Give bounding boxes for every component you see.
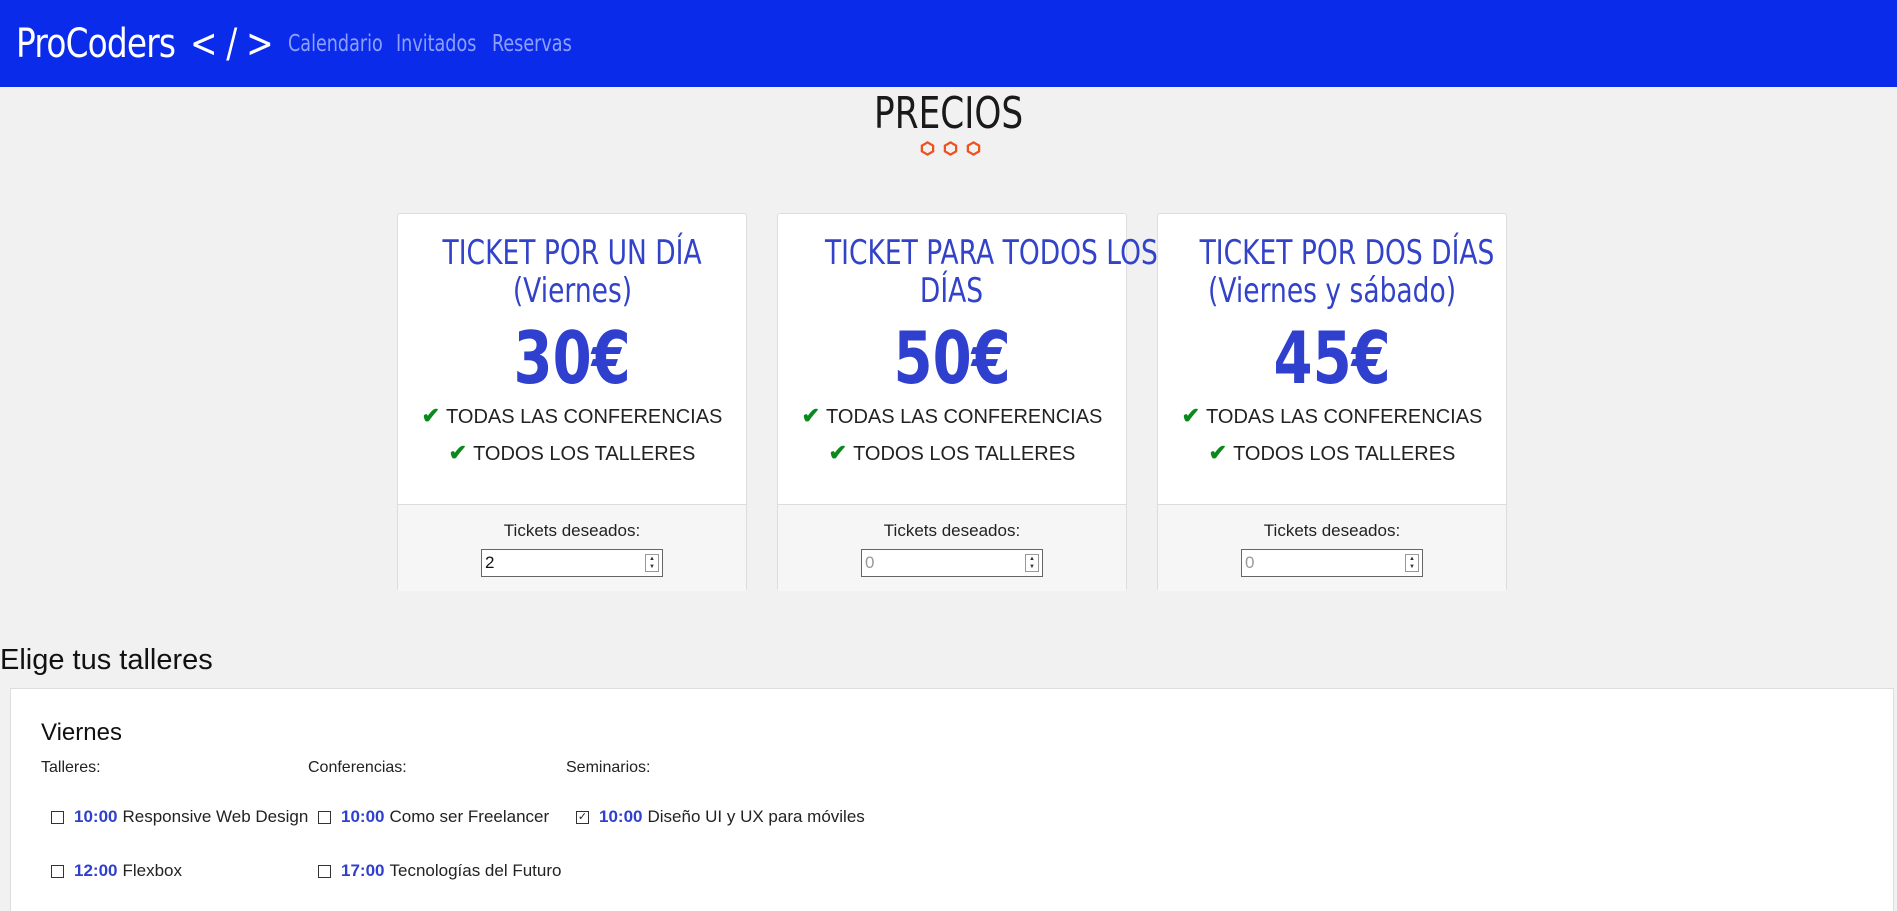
quantity-value: 2 xyxy=(485,553,495,572)
tickets-label: Tickets deseados: xyxy=(883,521,1021,540)
checkbox[interactable] xyxy=(51,810,64,824)
hexagon-icon xyxy=(943,141,958,156)
ticket-card-two-days: TICKET POR DOS DÍAS (Viernes y sábado) 45… xyxy=(1157,213,1507,591)
ticket-price: 45€ xyxy=(1273,316,1391,400)
feature-item: ✔ TODOS LOS TALLERES xyxy=(1208,440,1456,465)
checkmark-icon: ✔ xyxy=(1208,440,1228,465)
checkmark-icon: ✔ xyxy=(421,403,441,428)
checkbox-checked[interactable]: ✓ xyxy=(576,810,589,824)
ticket-title: TICKET PARA TODOS LOS DÍAS xyxy=(824,233,1158,311)
workshop-option[interactable]: 17:00 Tecnologías del Futuro xyxy=(308,861,561,881)
checkmark-icon: ✔ xyxy=(448,440,468,465)
pricing-title: PRECIOS xyxy=(873,88,1024,139)
checkmark-icon: ✔ xyxy=(828,440,848,465)
ticket-price: 50€ xyxy=(893,316,1011,400)
spin-down-icon[interactable]: ▼ xyxy=(1026,563,1038,571)
quantity-placeholder: 0 xyxy=(865,553,875,572)
checkbox[interactable] xyxy=(318,864,331,878)
workshops-panel: Viernes Talleres: Conferencias: Seminari… xyxy=(10,688,1894,911)
tickets-label: Tickets deseados: xyxy=(503,521,641,540)
ticket-card-all-days: TICKET PARA TODOS LOS DÍAS 50€ ✔ TODAS LAS… xyxy=(777,213,1158,591)
code-brackets-icon: < / > xyxy=(189,20,274,67)
spinner-arrows[interactable]: ▲ ▼ xyxy=(645,554,659,572)
spin-down-icon[interactable]: ▼ xyxy=(1406,563,1418,571)
event-time: 10:00 xyxy=(74,807,118,826)
event-time: 17:00 xyxy=(341,861,385,880)
workshop-option[interactable]: 10:00 Como ser Freelancer xyxy=(308,807,549,827)
spinner-arrows[interactable]: ▲ ▼ xyxy=(1405,554,1419,572)
workshop-option[interactable]: ✓ 10:00 Diseño UI y UX para móviles xyxy=(566,807,865,827)
tickets-label: Tickets deseados: xyxy=(1263,521,1401,540)
decorative-hexagons xyxy=(920,141,981,156)
checkmark-icon: ✔ xyxy=(1181,403,1201,428)
day-heading: Viernes xyxy=(41,719,122,746)
spin-up-icon[interactable]: ▲ xyxy=(1026,555,1038,563)
nav-reservas[interactable]: Reservas xyxy=(492,31,572,57)
ticket-title: TICKET POR DOS DÍAS (Viernes y sábado) xyxy=(1199,233,1495,311)
ticket-card-one-day: TICKET POR UN DÍA (Viernes) 30€ ✔ TODAS LA… xyxy=(397,213,747,591)
workshop-option[interactable]: 10:00 Responsive Web Design xyxy=(41,807,308,827)
checkbox[interactable] xyxy=(318,810,331,824)
tickets-quantity-input[interactable]: 0 ▲ ▼ xyxy=(861,549,1043,577)
feature-item: ✔ TODAS LAS CONFERENCIAS xyxy=(801,403,1103,428)
site-logo[interactable]: ProCoders < / > xyxy=(16,20,274,67)
spin-up-icon[interactable]: ▲ xyxy=(1406,555,1418,563)
quantity-placeholder: 0 xyxy=(1245,553,1255,572)
column-label-seminarios: Seminarios: xyxy=(566,759,651,776)
event-name: Como ser Freelancer xyxy=(389,807,550,826)
feature-item: ✔ TODOS LOS TALLERES xyxy=(828,440,1076,465)
tickets-quantity-input[interactable]: 2 ▲ ▼ xyxy=(481,549,663,577)
feature-item: ✔ TODAS LAS CONFERENCIAS xyxy=(1181,403,1483,428)
workshops-title: Elige tus talleres xyxy=(0,644,213,676)
hexagon-icon xyxy=(966,141,981,156)
event-name: Tecnologías del Futuro xyxy=(389,861,562,880)
spinner-arrows[interactable]: ▲ ▼ xyxy=(1025,554,1039,572)
feature-item: ✔ TODAS LAS CONFERENCIAS xyxy=(421,403,723,428)
tickets-quantity-input[interactable]: 0 ▲ ▼ xyxy=(1241,549,1423,577)
checkbox[interactable] xyxy=(51,864,64,878)
event-time: 10:00 xyxy=(599,807,643,826)
hexagon-icon xyxy=(920,141,935,156)
ticket-title: TICKET POR UN DÍA (Viernes) xyxy=(442,233,702,311)
spin-down-icon[interactable]: ▼ xyxy=(646,563,658,571)
event-name: Responsive Web Design xyxy=(122,807,309,826)
feature-item: ✔ TODOS LOS TALLERES xyxy=(448,440,696,465)
nav-invitados[interactable]: Invitados xyxy=(396,31,476,57)
workshop-option[interactable]: 12:00 Flexbox xyxy=(41,861,182,881)
event-time: 12:00 xyxy=(74,861,118,880)
main-nav: Calendario Invitados Reservas xyxy=(288,0,572,87)
event-time: 10:00 xyxy=(341,807,385,826)
checkmark-icon: ✔ xyxy=(801,403,821,428)
spin-up-icon[interactable]: ▲ xyxy=(646,555,658,563)
ticket-price: 30€ xyxy=(513,316,631,400)
column-label-talleres: Talleres: xyxy=(41,759,101,776)
top-navbar: ProCoders < / > Calendario Invitados Rese… xyxy=(0,0,1897,87)
nav-calendario[interactable]: Calendario xyxy=(288,31,383,57)
column-label-conferencias: Conferencias: xyxy=(308,759,407,776)
event-name: Flexbox xyxy=(122,861,183,880)
logo-text: ProCoders xyxy=(16,20,176,67)
event-name: Diseño UI y UX para móviles xyxy=(647,807,865,826)
